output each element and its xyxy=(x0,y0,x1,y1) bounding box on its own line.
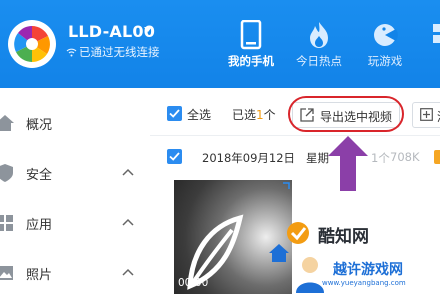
chevron-up-icon[interactable] xyxy=(122,218,134,226)
watermark-house-icon xyxy=(269,244,289,262)
selected-count: 已选1个 xyxy=(232,106,276,123)
select-all-label[interactable]: 全选 xyxy=(187,106,211,123)
date-group-header: 2018年09月12日 星期 1个 708K xyxy=(150,146,440,170)
sidebar-item-overview[interactable]: 概况 xyxy=(0,102,150,142)
flame-icon xyxy=(310,22,328,48)
shield-icon xyxy=(0,164,13,182)
nav-label: 我的手机 xyxy=(228,54,274,68)
nav-my-phone[interactable]: 我的手机 xyxy=(224,20,278,69)
group-date: 2018年09月12日 xyxy=(202,151,296,165)
watermark-leaf-logo xyxy=(187,214,244,290)
sidebar-item-label: 应用 xyxy=(26,218,53,233)
phone-icon xyxy=(240,20,262,50)
watermark-figure-icon xyxy=(296,257,324,293)
divider xyxy=(150,135,440,136)
tag-badge xyxy=(434,150,440,164)
selected-prefix: 已选 xyxy=(232,108,257,122)
highlight-annotation xyxy=(288,96,404,132)
chevron-up-icon[interactable] xyxy=(122,168,134,176)
selected-unit: 个 xyxy=(263,108,276,122)
device-name[interactable]: LLD-AL00 xyxy=(68,22,155,41)
group-count: 1个 xyxy=(371,151,390,165)
check-icon xyxy=(169,109,180,118)
watermark-site-url: www.yueyangbang.com xyxy=(322,279,406,287)
nav-label: 玩游戏 xyxy=(367,54,403,68)
app-logo xyxy=(8,20,56,68)
wifi-icon xyxy=(66,48,77,57)
select-all-checkbox[interactable] xyxy=(167,106,182,121)
sidebar-item-photos[interactable]: 照片 xyxy=(0,252,150,292)
nav-play-games[interactable]: 玩游戏 xyxy=(358,20,412,69)
watermark-cool-text: 酷知网 xyxy=(318,227,369,247)
sidebar-item-label: 概况 xyxy=(26,118,53,133)
chevron-up-icon[interactable] xyxy=(122,268,134,276)
sidebar-item-label: 安全 xyxy=(26,168,53,183)
grid-icon xyxy=(433,24,440,43)
selected-number: 1 xyxy=(256,108,264,122)
top-header: LLD-AL00 已通过无线连接 我的手机 今日热点 玩游戏 xyxy=(0,0,440,88)
pointer-arrow xyxy=(328,136,368,191)
photo-icon xyxy=(0,266,13,280)
nav-more[interactable] xyxy=(428,20,440,50)
sidebar-item-apps[interactable]: 应用 xyxy=(0,202,150,242)
sidebar: 概况 安全 应用 照片 xyxy=(0,88,150,293)
watermark-site-title: 越许游戏网 xyxy=(333,262,403,278)
sidebar-item-label: 照片 xyxy=(26,268,53,283)
add-icon xyxy=(420,108,433,121)
add-button[interactable]: 添 xyxy=(412,102,440,128)
chevron-down-icon[interactable] xyxy=(144,27,152,33)
home-icon xyxy=(0,115,14,131)
corner-tick-icon xyxy=(283,182,290,189)
group-weekday: 星期 xyxy=(306,151,329,165)
nav-today-hot[interactable]: 今日热点 xyxy=(292,20,346,69)
nav-label: 今日热点 xyxy=(296,54,342,68)
connection-status: 已通过无线连接 xyxy=(66,44,160,60)
gamepad-icon xyxy=(374,24,398,46)
group-size: 708K xyxy=(390,150,420,164)
apps-icon xyxy=(0,215,13,231)
connection-status-text: 已通过无线连接 xyxy=(79,45,160,59)
sidebar-item-security[interactable]: 安全 xyxy=(0,152,150,192)
